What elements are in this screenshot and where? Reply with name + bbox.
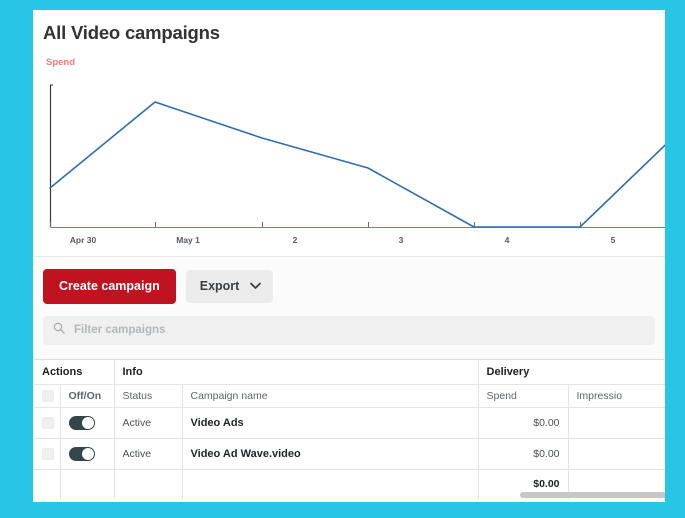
filter-campaigns-bar[interactable] <box>43 315 655 345</box>
row-spend: $0.00 <box>478 407 569 439</box>
toggle-switch-on[interactable] <box>68 446 95 461</box>
column-header-offon[interactable]: Off/On <box>60 384 115 408</box>
column-header-spend[interactable]: Spend <box>478 384 569 408</box>
row-impressions <box>568 438 665 470</box>
group-header-actions: Actions <box>34 360 115 385</box>
search-input[interactable] <box>74 324 645 336</box>
campaigns-table-element: Actions Info Delivery Off/On Status Camp… <box>34 360 665 499</box>
row-campaign-name[interactable]: Video Ad Wave.video <box>182 438 479 470</box>
column-header-status[interactable]: Status <box>114 384 183 408</box>
row-toggle[interactable] <box>60 407 115 439</box>
row-spend: $0.00 <box>478 438 569 470</box>
spend-line-chart <box>49 84 665 228</box>
x-tick-label-3: 3 <box>398 235 404 245</box>
row-impressions <box>568 407 665 439</box>
horizontal-scrollbar[interactable] <box>35 492 665 500</box>
table-group-header-row: Actions Info Delivery <box>34 360 665 385</box>
spend-line-series <box>49 101 665 228</box>
horizontal-scrollbar-thumb[interactable] <box>520 492 665 498</box>
search-icon <box>53 321 65 339</box>
x-tick-label-0: Apr 30 <box>69 235 97 245</box>
row-toggle[interactable] <box>60 438 115 470</box>
column-header-campaign-name[interactable]: Campaign name <box>182 384 479 408</box>
x-tick-label-4: 4 <box>504 235 510 245</box>
row-status: Active <box>114 438 183 470</box>
table-row[interactable]: Active Video Ads $0.00 <box>34 407 665 439</box>
checkbox-icon <box>42 389 54 402</box>
x-tick-label-5: 5 <box>610 235 616 245</box>
chevron-down-icon <box>250 280 262 293</box>
x-tick-label-2: 2 <box>292 235 298 245</box>
export-button-label: Export <box>199 279 240 293</box>
group-header-info: Info <box>114 360 479 385</box>
spend-chart-panel: All Video campaigns Spend Apr 30 May 1 2… <box>33 10 665 257</box>
campaigns-page: All Video campaigns Spend Apr 30 May 1 2… <box>33 10 665 502</box>
row-checkbox[interactable] <box>34 438 61 470</box>
row-status: Active <box>114 407 183 439</box>
export-button[interactable]: Export <box>185 270 274 303</box>
table-row[interactable]: Active Video Ad Wave.video $0.00 <box>34 438 665 470</box>
group-header-delivery: Delivery <box>478 360 665 385</box>
table-column-header-row: Off/On Status Campaign name Spend Impres… <box>34 384 665 408</box>
row-campaign-name[interactable]: Video Ads <box>182 407 479 439</box>
row-checkbox[interactable] <box>34 407 61 439</box>
toolbar-button-row: Create campaign Export <box>43 269 655 304</box>
select-all-checkbox[interactable] <box>34 384 61 408</box>
x-tick-label-1: May 1 <box>176 235 200 245</box>
column-header-impressions[interactable]: Impressio <box>568 384 665 408</box>
checkbox-icon <box>42 416 54 429</box>
toggle-switch-on[interactable] <box>68 415 95 430</box>
campaigns-table: Actions Info Delivery Off/On Status Camp… <box>34 359 665 502</box>
checkbox-icon <box>42 447 54 460</box>
create-campaign-button[interactable]: Create campaign <box>43 269 176 304</box>
campaign-toolbar: Create campaign Export <box>33 257 665 359</box>
